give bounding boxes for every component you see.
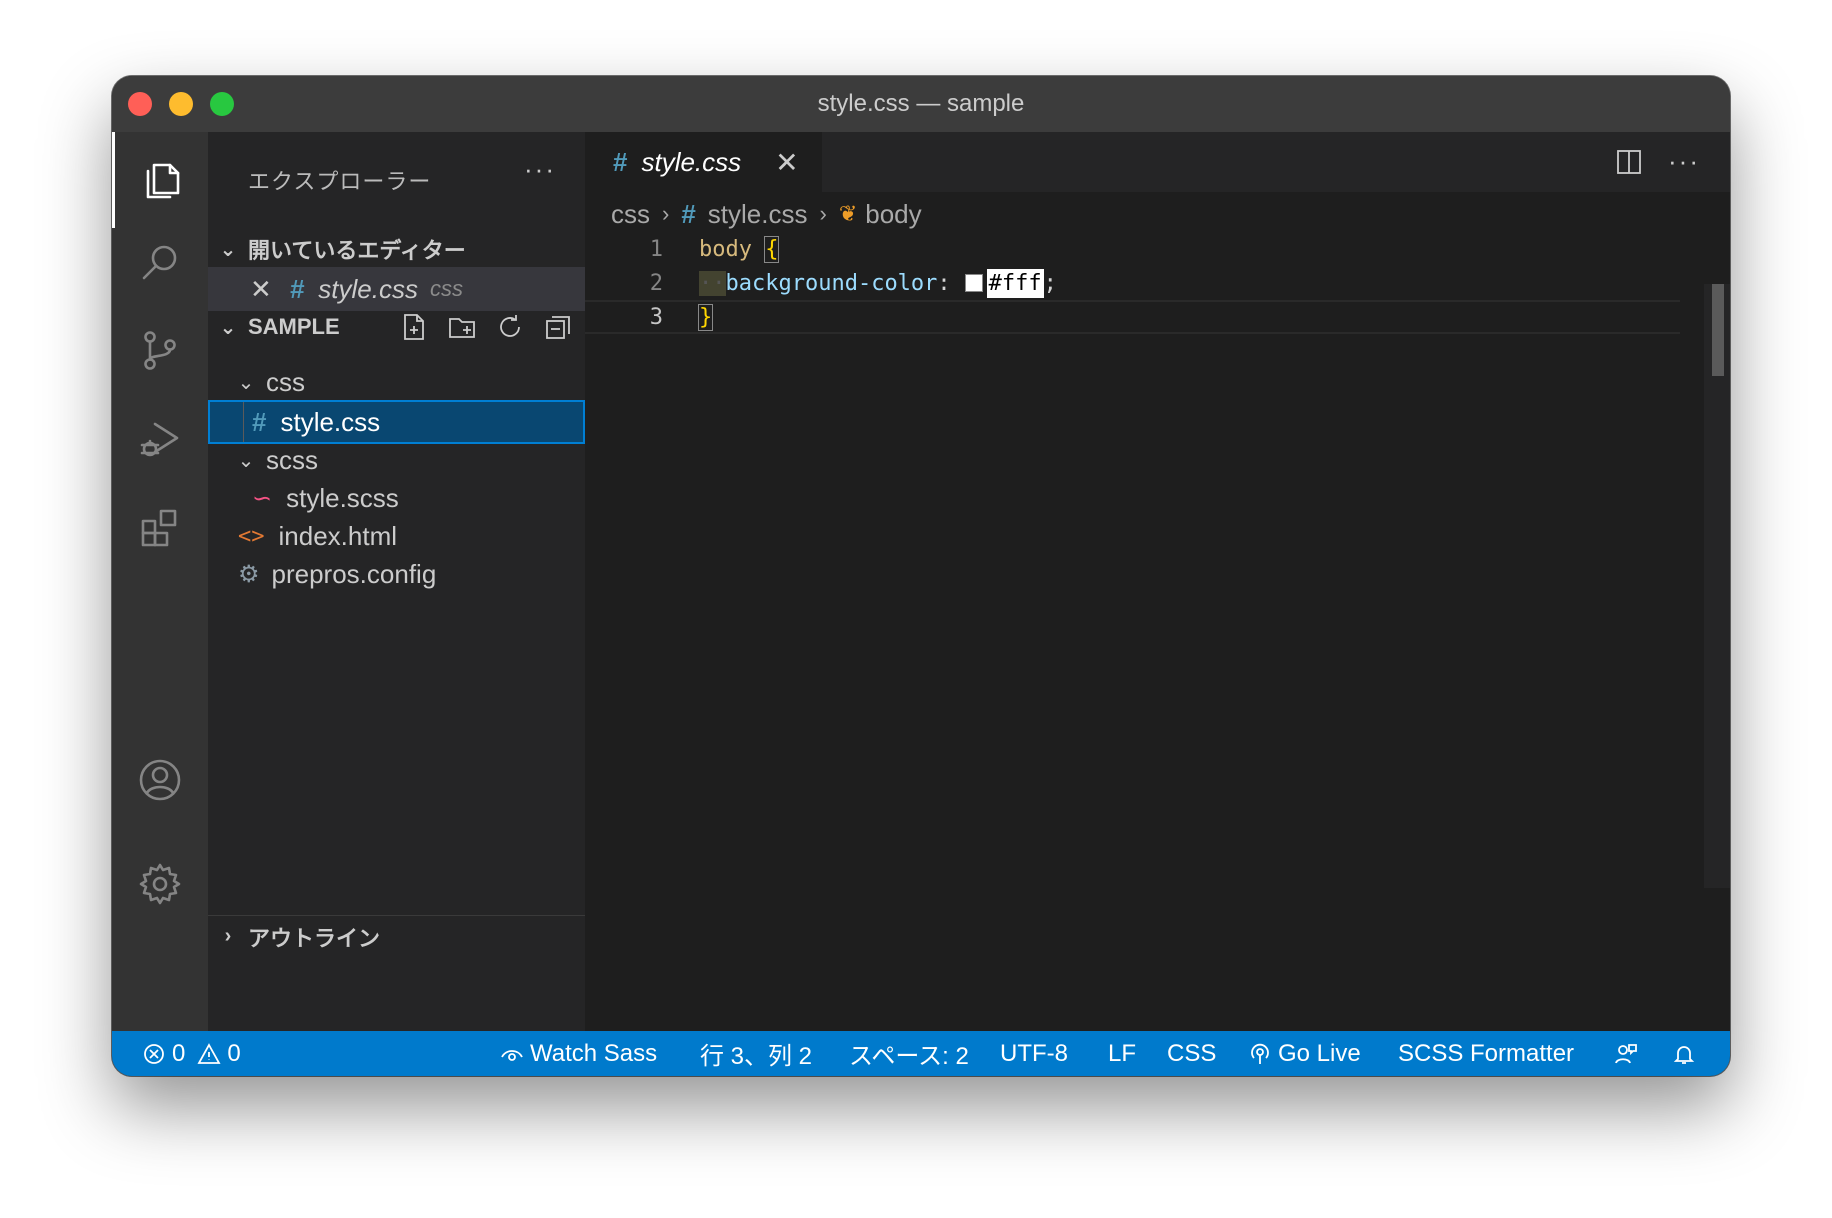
close-icon[interactable]: ✕ <box>250 274 272 305</box>
new-folder-icon[interactable] <box>447 312 477 342</box>
css-property: background-color <box>725 270 938 296</box>
css-color-value: #fff <box>986 268 1044 298</box>
eol-status[interactable]: LF <box>1108 1040 1136 1068</box>
more-actions-button[interactable]: ··· <box>1668 146 1700 177</box>
tree-file-prepros-config[interactable]: ⚙ prepros.config <box>208 552 585 596</box>
status-bar: 0 0 Watch Sass 行 3、列 2 スペース: 2 UTF-8 LF … <box>112 1031 1730 1076</box>
watch-sass-button[interactable]: Watch Sass <box>500 1040 657 1068</box>
close-tab-icon[interactable]: ✕ <box>775 146 798 179</box>
feedback-icon[interactable] <box>1614 1042 1644 1066</box>
language-mode[interactable]: CSS <box>1167 1040 1216 1068</box>
extensions-icon[interactable] <box>112 480 208 576</box>
css-file-icon: # <box>613 146 628 177</box>
close-brace: } <box>697 303 714 331</box>
notifications-bell-icon[interactable] <box>1672 1042 1702 1066</box>
outline-header[interactable]: › アウトライン <box>208 915 585 957</box>
explorer-toolbar <box>399 312 573 342</box>
code-line[interactable]: 2 ·· background-color : #fff ; <box>585 266 1680 300</box>
search-icon[interactable] <box>112 214 208 310</box>
line-number: 3 <box>649 304 663 330</box>
indentation-status[interactable]: スペース: 2 <box>849 1036 969 1071</box>
line-number: 2 <box>649 270 663 296</box>
breadcrumb-symbol[interactable]: body <box>865 199 921 230</box>
scrollbar-thumb[interactable] <box>1712 284 1724 376</box>
scss-formatter-button[interactable]: SCSS Formatter <box>1398 1040 1574 1068</box>
vscode-window: style.css — sample エクスプローラー ··· ⌄ 開いているエ… <box>112 76 1730 1076</box>
broadcast-icon <box>1251 1043 1269 1064</box>
traffic-lights <box>128 92 234 116</box>
chevron-right-icon: › <box>662 201 670 226</box>
config-file-icon: ⚙ <box>238 560 260 588</box>
open-brace: { <box>764 235 780 263</box>
new-file-icon[interactable] <box>399 312 429 342</box>
chevron-right-icon: › <box>224 925 232 947</box>
code-line-current[interactable]: 3 } <box>585 300 1680 334</box>
css-file-icon: # <box>252 406 267 437</box>
css-file-icon: # <box>289 273 305 304</box>
title-bar: style.css — sample <box>112 76 1730 132</box>
activity-bar <box>112 132 208 1031</box>
eye-icon <box>501 1049 523 1061</box>
symbol-class-icon: ❦ <box>838 201 858 226</box>
sample-folder-header[interactable]: ⌄ SAMPLE <box>208 308 585 346</box>
color-swatch[interactable] <box>964 274 983 292</box>
collapse-all-icon[interactable] <box>543 312 573 342</box>
problems-status[interactable]: 0 0 <box>142 1040 241 1068</box>
tree-folder-css[interactable]: ⌄ css <box>208 360 585 404</box>
zoom-window-button[interactable] <box>210 92 234 116</box>
encoding-status[interactable]: UTF-8 <box>1000 1040 1068 1068</box>
chevron-down-icon: ⌄ <box>219 316 237 339</box>
editor-actions: ··· <box>1614 146 1700 177</box>
close-window-button[interactable] <box>128 92 152 116</box>
run-debug-icon[interactable] <box>112 390 208 486</box>
explorer-title: エクスプローラー <box>248 169 432 194</box>
chevron-down-icon: ⌄ <box>237 449 255 472</box>
cursor-position[interactable]: 行 3、列 2 <box>700 1036 812 1071</box>
breadcrumb: css › # style.css › ❦ body <box>611 194 922 234</box>
minimize-window-button[interactable] <box>169 92 193 116</box>
code-line[interactable]: 1 body { <box>585 232 1680 266</box>
chevron-down-icon: ⌄ <box>237 371 255 394</box>
tab-bar: # style.css ✕ ··· <box>585 132 1730 192</box>
tab-style-css[interactable]: # style.css ✕ <box>585 132 822 192</box>
breadcrumb-folder[interactable]: css <box>611 199 650 230</box>
window-title: style.css — sample <box>817 90 1025 117</box>
source-control-icon[interactable] <box>112 302 208 398</box>
warning-icon <box>197 1042 221 1064</box>
explorer-sidebar: エクスプローラー ··· ⌄ 開いているエディター ✕ # style.css … <box>208 132 585 1031</box>
line-number: 1 <box>649 236 663 262</box>
refresh-icon[interactable] <box>495 312 525 342</box>
chevron-down-icon: ⌄ <box>219 238 237 261</box>
breadcrumb-file[interactable]: style.css <box>708 199 808 230</box>
editor-area: # style.css ✕ ··· css › # style.css › ❦ … <box>585 132 1730 1031</box>
explorer-more-button[interactable]: ··· <box>524 154 556 185</box>
html-file-icon: <> <box>238 523 265 549</box>
sass-file-icon: ∽ <box>252 484 273 512</box>
error-icon <box>144 1043 164 1064</box>
css-selector: body <box>699 236 752 262</box>
split-editor-icon[interactable] <box>1614 147 1644 177</box>
open-editors-header[interactable]: ⌄ 開いているエディター <box>208 230 585 268</box>
account-icon[interactable] <box>112 732 208 828</box>
open-editor-item[interactable]: ✕ # style.css css <box>208 267 585 311</box>
settings-gear-icon[interactable] <box>112 836 208 932</box>
css-file-icon: # <box>681 198 696 229</box>
go-live-button[interactable]: Go Live <box>1248 1040 1361 1068</box>
chevron-right-icon: › <box>819 201 827 226</box>
